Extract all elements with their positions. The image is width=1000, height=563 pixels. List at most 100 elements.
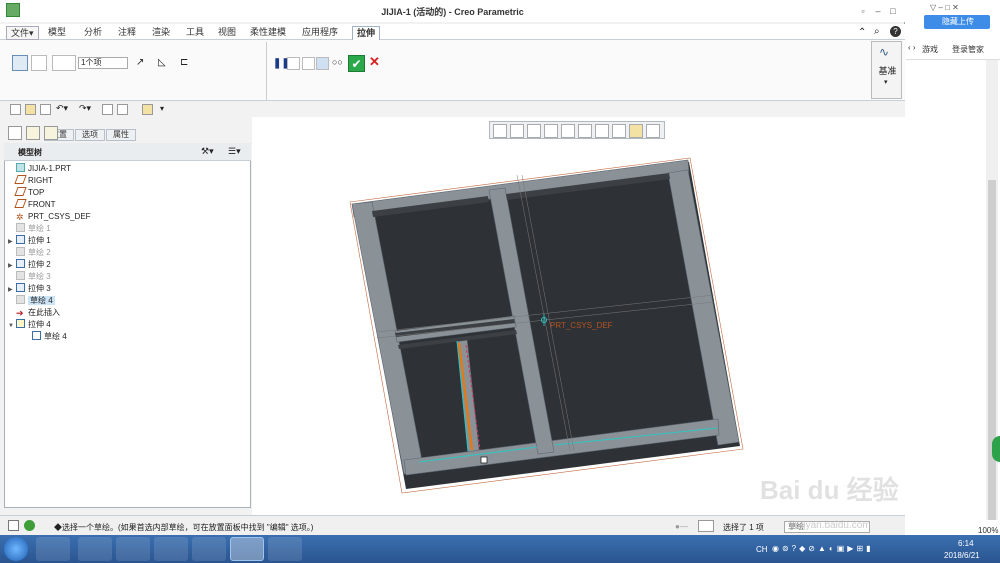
thicken-icon[interactable]: ⊏ xyxy=(180,57,188,68)
customize-toolbar-icon[interactable]: ▾ xyxy=(160,104,164,113)
expand-arrow-icon[interactable]: ▶ xyxy=(8,236,16,248)
taskbar-app-player[interactable] xyxy=(116,537,150,561)
menu-analysis[interactable]: 分析 xyxy=(80,26,106,40)
side-scrollbar-thumb[interactable] xyxy=(988,180,996,520)
remove-material-icon[interactable]: ◺ xyxy=(158,57,166,68)
upload-button[interactable]: 隐藏上传 xyxy=(924,15,990,29)
attached-preview-button[interactable] xyxy=(316,57,329,70)
taskbar-app-browser[interactable] xyxy=(36,537,70,561)
expand-arrow-icon[interactable]: ▶ xyxy=(8,284,16,296)
tree-node-sketch-4-selected[interactable]: 草绘 4 xyxy=(8,295,248,307)
saved-views-icon[interactable] xyxy=(578,124,592,138)
tree-node-right[interactable]: RIGHT xyxy=(8,175,248,187)
tree-node-extrude-2[interactable]: ▶ 拉伸 2 xyxy=(8,259,248,271)
minimize-button[interactable]: – xyxy=(871,5,885,17)
layer-tree-tab-icon[interactable] xyxy=(26,126,40,140)
smart-select-icon[interactable]: ●— xyxy=(675,522,688,531)
tree-node-part[interactable]: JIJIA-1.PRT xyxy=(8,163,248,175)
annotation-display-icon[interactable] xyxy=(646,124,660,138)
undo-icon[interactable]: ↶▾ xyxy=(56,103,68,114)
tree-columns-icon[interactable]: ☰▾ xyxy=(228,146,241,157)
selection-filter-icon[interactable] xyxy=(698,520,714,532)
taskbar-app-paint[interactable] xyxy=(268,537,302,561)
display-style-icon[interactable] xyxy=(561,124,575,138)
open-file-icon[interactable] xyxy=(25,104,36,115)
navigator-toggle-icon[interactable] xyxy=(8,520,19,531)
graphics-window[interactable]: PRT_CSYS_DEF xyxy=(252,117,905,515)
side-window-controls[interactable]: ▽ – □ ✕ xyxy=(930,3,959,12)
new-file-icon[interactable] xyxy=(10,104,21,115)
perspective-icon[interactable] xyxy=(612,124,626,138)
menu-minimize-ribbon-icon[interactable]: ⌃ xyxy=(858,27,866,38)
tree-node-top[interactable]: TOP xyxy=(8,187,248,199)
tab-properties[interactable]: 属性 xyxy=(106,129,136,141)
extrude-surface-button[interactable] xyxy=(31,55,47,71)
separate-preview-button[interactable] xyxy=(302,57,315,70)
tree-node-extrude-3[interactable]: ▶ 拉伸 3 xyxy=(8,283,248,295)
floating-assist-button[interactable] xyxy=(992,436,1000,462)
tree-node-csys[interactable]: ✲ PRT_CSYS_DEF xyxy=(8,211,248,223)
save-icon[interactable] xyxy=(40,104,51,115)
input-language[interactable]: CH xyxy=(756,545,768,554)
redo-icon[interactable]: ↷▾ xyxy=(79,103,91,114)
refit-icon[interactable] xyxy=(493,124,507,138)
extrude-solid-button[interactable] xyxy=(12,55,28,71)
tree-node-sketch-3[interactable]: 草绘 3 xyxy=(8,271,248,283)
menu-file[interactable]: 文件▾ xyxy=(6,26,39,40)
verify-preview-icon[interactable]: ○○ xyxy=(332,57,343,67)
depth-input[interactable]: 1个项 xyxy=(78,57,128,69)
tray-icons[interactable]: ◉⊚?◆⊘▲◐▣▶⊞▮ xyxy=(772,544,874,553)
taskbar-app-explorer[interactable] xyxy=(78,537,112,561)
tree-node-extrude-4[interactable]: ▼ 拉伸 4 xyxy=(8,319,248,331)
datum-display-icon[interactable] xyxy=(629,124,643,138)
regenerate-icon[interactable] xyxy=(102,104,113,115)
datum-button[interactable]: ∿ 基准 ▾ xyxy=(871,41,902,99)
tree-node-insert-here[interactable]: ➔ 在此插入 xyxy=(8,307,248,319)
search-icon[interactable]: ⌕ xyxy=(874,26,880,37)
menu-tools[interactable]: 工具 xyxy=(182,26,208,40)
menu-view[interactable]: 视图 xyxy=(214,26,240,40)
zoom-out-icon[interactable] xyxy=(527,124,541,138)
taskbar-app-ie[interactable] xyxy=(192,537,226,561)
start-button[interactable] xyxy=(4,537,28,561)
menu-flexible[interactable]: 柔性建模 xyxy=(246,26,290,40)
title-bar: JIJIA-1 (活动的) - Creo Parametric ▫ – □ xyxy=(0,0,905,22)
view-manager-icon[interactable] xyxy=(595,124,609,138)
menu-applications[interactable]: 应用程序 xyxy=(298,26,342,40)
tab-options[interactable]: 选项 xyxy=(75,129,105,141)
browser-toggle-icon[interactable] xyxy=(24,520,35,531)
menu-render[interactable]: 渲染 xyxy=(148,26,174,40)
tree-node-front[interactable]: FRONT xyxy=(8,199,248,211)
cancel-button[interactable]: ✕ xyxy=(369,54,380,70)
menu-annotate[interactable]: 注释 xyxy=(114,26,140,40)
tree-node-sketch-2[interactable]: 草绘 2 xyxy=(8,247,248,259)
side-nav-arrows[interactable]: ‹ › xyxy=(908,43,916,52)
tree-node-extrude-1[interactable]: ▶ 拉伸 1 xyxy=(8,235,248,247)
login-manager-link[interactable]: 登录管家 xyxy=(952,44,984,55)
windows-icon[interactable] xyxy=(117,104,128,115)
menu-model[interactable]: 模型 xyxy=(44,26,70,40)
clock-date[interactable]: 2018/6/21 xyxy=(944,551,980,560)
tree-node-sketch-1[interactable]: 草绘 1 xyxy=(8,223,248,235)
flip-direction-icon[interactable]: ↗ xyxy=(136,57,144,68)
menu-extrude-tab[interactable]: 拉伸 xyxy=(352,26,381,40)
maximize-button[interactable]: □ xyxy=(886,5,900,17)
taskbar-app-creo[interactable] xyxy=(230,537,264,561)
clock-time[interactable]: 6:14 xyxy=(958,539,974,548)
no-preview-button[interactable] xyxy=(287,57,300,70)
expand-arrow-icon[interactable]: ▶ xyxy=(8,260,16,272)
game-link[interactable]: 游戏 xyxy=(922,44,938,55)
favorites-tab-icon[interactable] xyxy=(44,126,58,140)
model-tree-tab-icon[interactable] xyxy=(8,126,22,140)
close-window-icon[interactable] xyxy=(142,104,153,115)
help-icon[interactable]: ? xyxy=(890,26,901,37)
depth-type-dropdown[interactable] xyxy=(52,55,76,71)
zoom-in-icon[interactable] xyxy=(510,124,524,138)
confirm-button[interactable]: ✔ xyxy=(348,55,365,72)
help-button[interactable]: ▫ xyxy=(856,5,870,17)
collapse-arrow-icon[interactable]: ▼ xyxy=(8,320,16,332)
tree-settings-icon[interactable]: ⚒▾ xyxy=(201,146,214,157)
taskbar-app-cloud[interactable] xyxy=(154,537,188,561)
tree-node-extrude-4-sketch[interactable]: 草绘 4 xyxy=(8,331,248,343)
repaint-icon[interactable] xyxy=(544,124,558,138)
